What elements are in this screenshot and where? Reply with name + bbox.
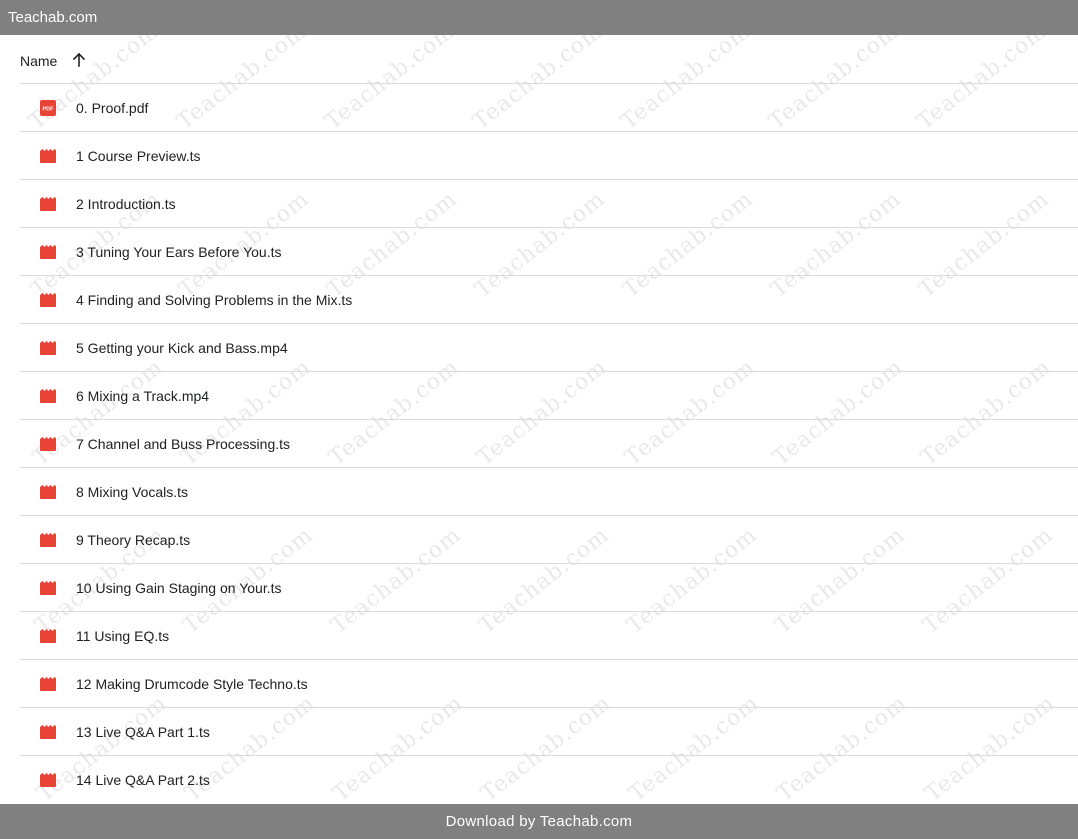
file-name[interactable]: 5 Getting your Kick and Bass.mp4: [76, 340, 288, 356]
file-row[interactable]: 10 Using Gain Staging on Your.ts: [20, 564, 1078, 612]
video-file-icon: [40, 580, 56, 596]
svg-text:PDF: PDF: [43, 107, 55, 113]
video-file-icon: [40, 724, 56, 740]
file-row[interactable]: 9 Theory Recap.ts: [20, 516, 1078, 564]
footer-bar: Download by Teachab.com: [0, 804, 1078, 839]
file-row[interactable]: 2 Introduction.ts: [20, 180, 1078, 228]
file-row[interactable]: 13 Live Q&A Part 1.ts: [20, 708, 1078, 756]
video-file-icon: [40, 292, 56, 308]
video-file-icon: [40, 340, 56, 356]
file-list: PDF 0. Proof.pdf 1 Course Preview.ts 2 Intr…: [20, 84, 1078, 804]
video-file-icon: [40, 148, 56, 164]
video-file-icon: [40, 388, 56, 404]
video-file-icon: [40, 436, 56, 452]
file-name[interactable]: 4 Finding and Solving Problems in the Mi…: [76, 292, 352, 308]
file-row[interactable]: 5 Getting your Kick and Bass.mp4: [20, 324, 1078, 372]
file-name[interactable]: 8 Mixing Vocals.ts: [76, 484, 188, 500]
file-name[interactable]: 12 Making Drumcode Style Techno.ts: [76, 676, 308, 692]
video-file-icon: [40, 676, 56, 692]
file-row[interactable]: 11 Using EQ.ts: [20, 612, 1078, 660]
file-row[interactable]: 12 Making Drumcode Style Techno.ts: [20, 660, 1078, 708]
file-row[interactable]: 1 Course Preview.ts: [20, 132, 1078, 180]
file-row[interactable]: 6 Mixing a Track.mp4: [20, 372, 1078, 420]
file-row[interactable]: 7 Channel and Buss Processing.ts: [20, 420, 1078, 468]
name-column-header[interactable]: Name: [20, 53, 57, 69]
file-row[interactable]: 4 Finding and Solving Problems in the Mi…: [20, 276, 1078, 324]
file-name[interactable]: 13 Live Q&A Part 1.ts: [76, 724, 210, 740]
video-file-icon: [40, 484, 56, 500]
file-name[interactable]: 14 Live Q&A Part 2.ts: [76, 772, 210, 788]
arrow-up-icon[interactable]: [71, 52, 87, 68]
file-name[interactable]: 9 Theory Recap.ts: [76, 532, 190, 548]
file-row[interactable]: 3 Tuning Your Ears Before You.ts: [20, 228, 1078, 276]
file-name[interactable]: 0. Proof.pdf: [76, 100, 148, 116]
site-title: Teachab.com: [8, 9, 98, 26]
file-name[interactable]: 3 Tuning Your Ears Before You.ts: [76, 244, 282, 260]
top-bar: Teachab.com: [0, 0, 1078, 35]
file-name[interactable]: 10 Using Gain Staging on Your.ts: [76, 580, 281, 596]
video-file-icon: [40, 532, 56, 548]
file-row[interactable]: 14 Live Q&A Part 2.ts: [20, 756, 1078, 804]
video-file-icon: [40, 244, 56, 260]
video-file-icon: [40, 628, 56, 644]
file-row[interactable]: PDF 0. Proof.pdf: [20, 84, 1078, 132]
footer-text: Download by Teachab.com: [445, 813, 633, 830]
video-file-icon: [40, 772, 56, 788]
file-name[interactable]: 11 Using EQ.ts: [76, 628, 169, 644]
file-name[interactable]: 7 Channel and Buss Processing.ts: [76, 436, 290, 452]
file-row[interactable]: 8 Mixing Vocals.ts: [20, 468, 1078, 516]
file-name[interactable]: 2 Introduction.ts: [76, 196, 176, 212]
list-header: Name: [20, 36, 1078, 84]
pdf-file-icon: PDF: [40, 100, 56, 116]
file-name[interactable]: 6 Mixing a Track.mp4: [76, 388, 209, 404]
file-name[interactable]: 1 Course Preview.ts: [76, 148, 201, 164]
video-file-icon: [40, 196, 56, 212]
